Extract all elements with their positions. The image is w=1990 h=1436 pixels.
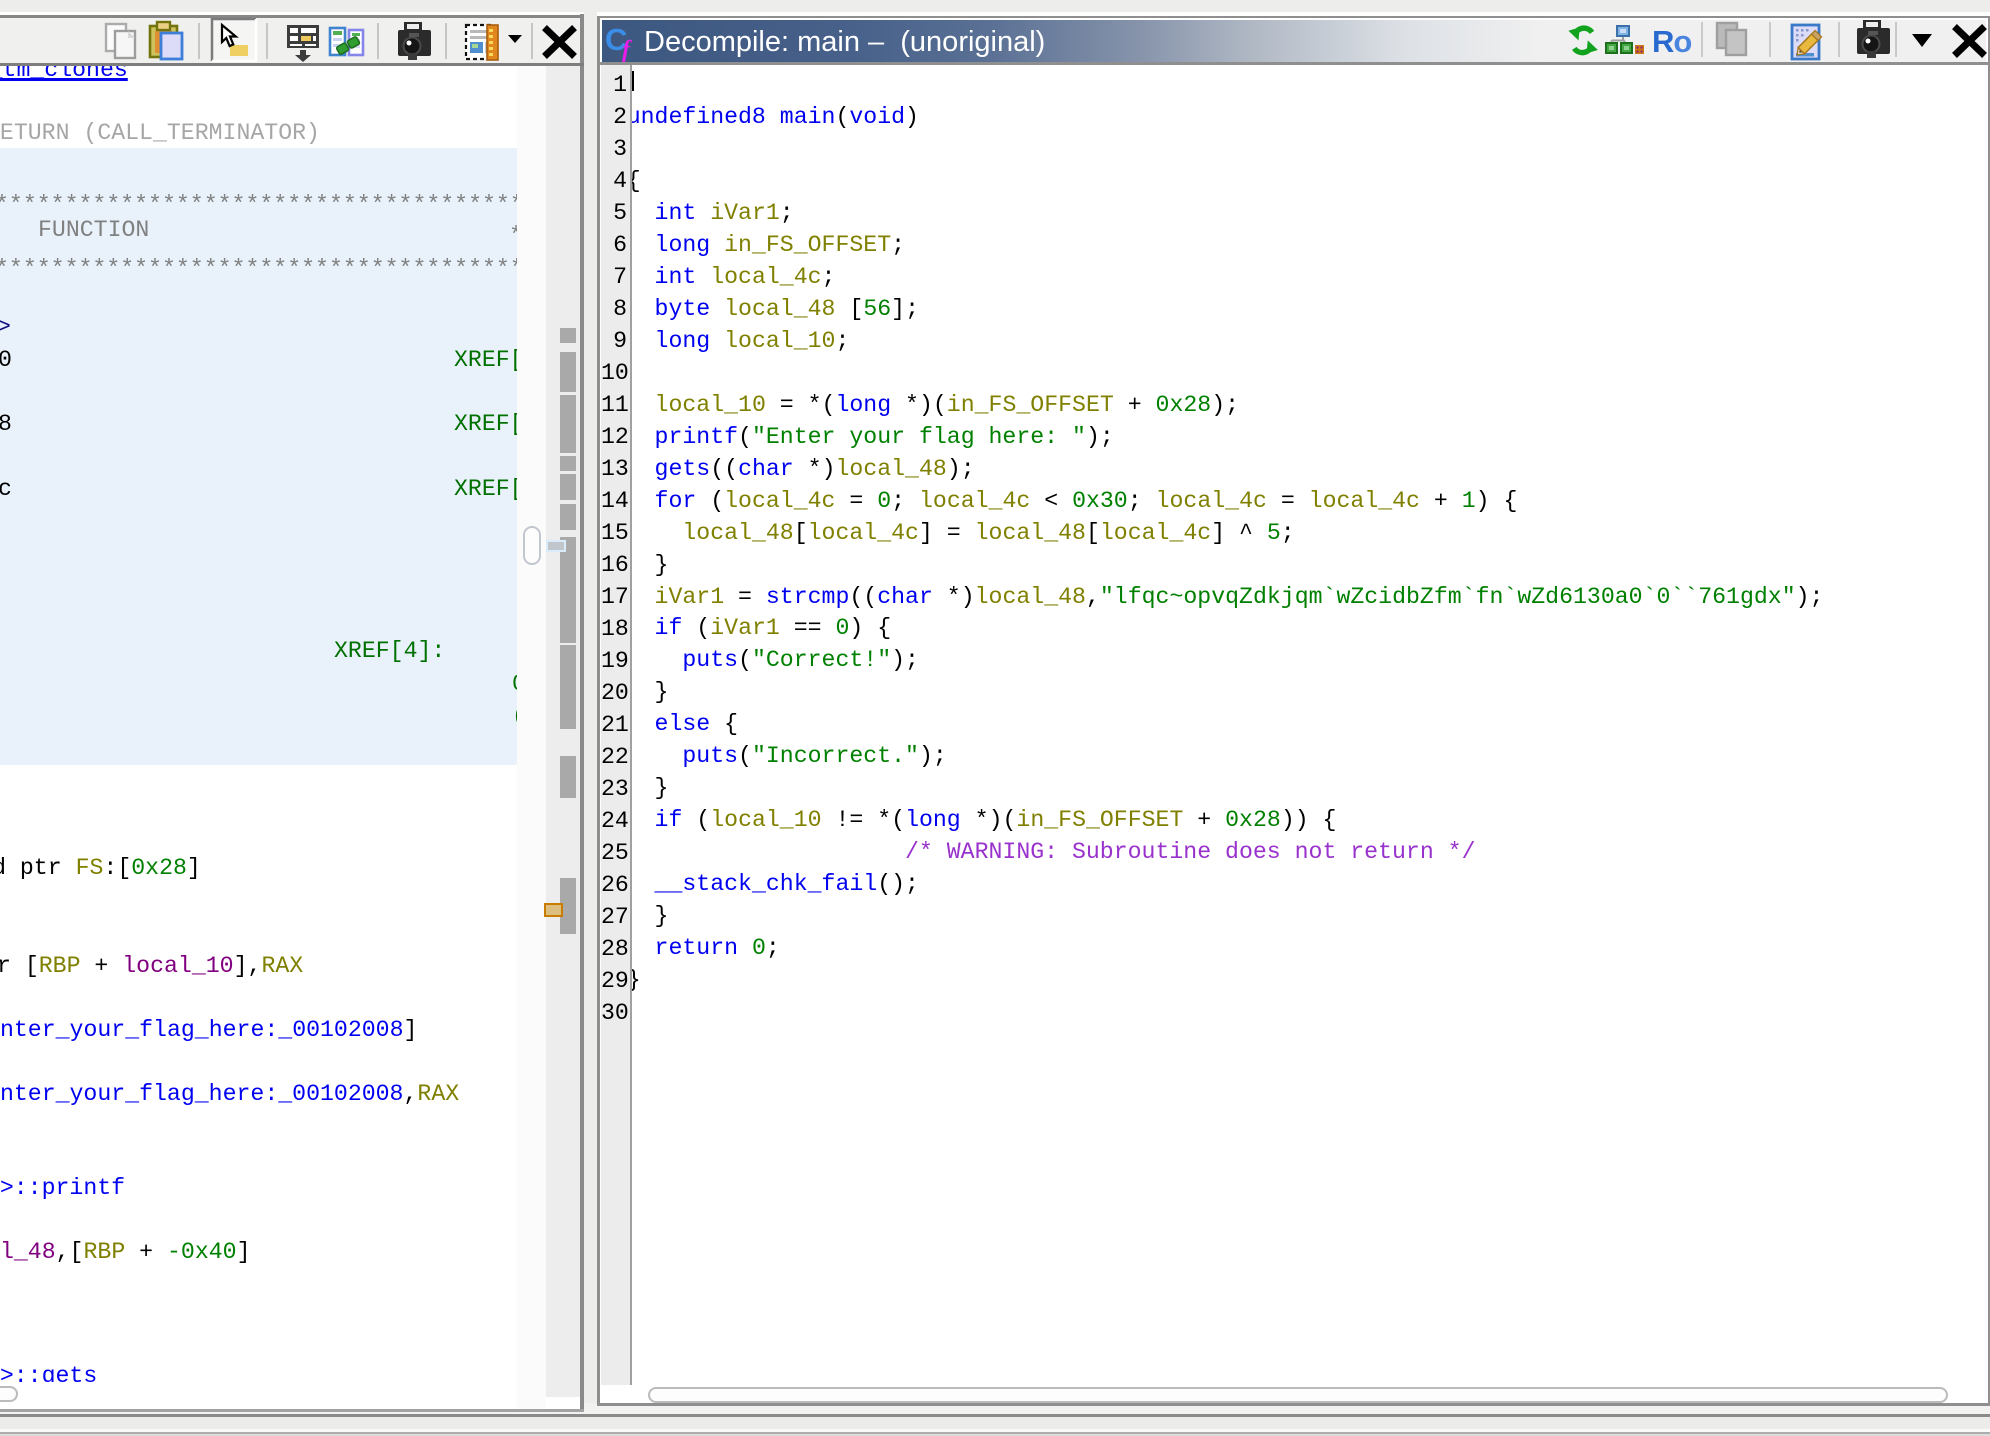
svg-text:f: f [622, 37, 632, 63]
svg-text:Ro: Ro [1652, 24, 1692, 59]
